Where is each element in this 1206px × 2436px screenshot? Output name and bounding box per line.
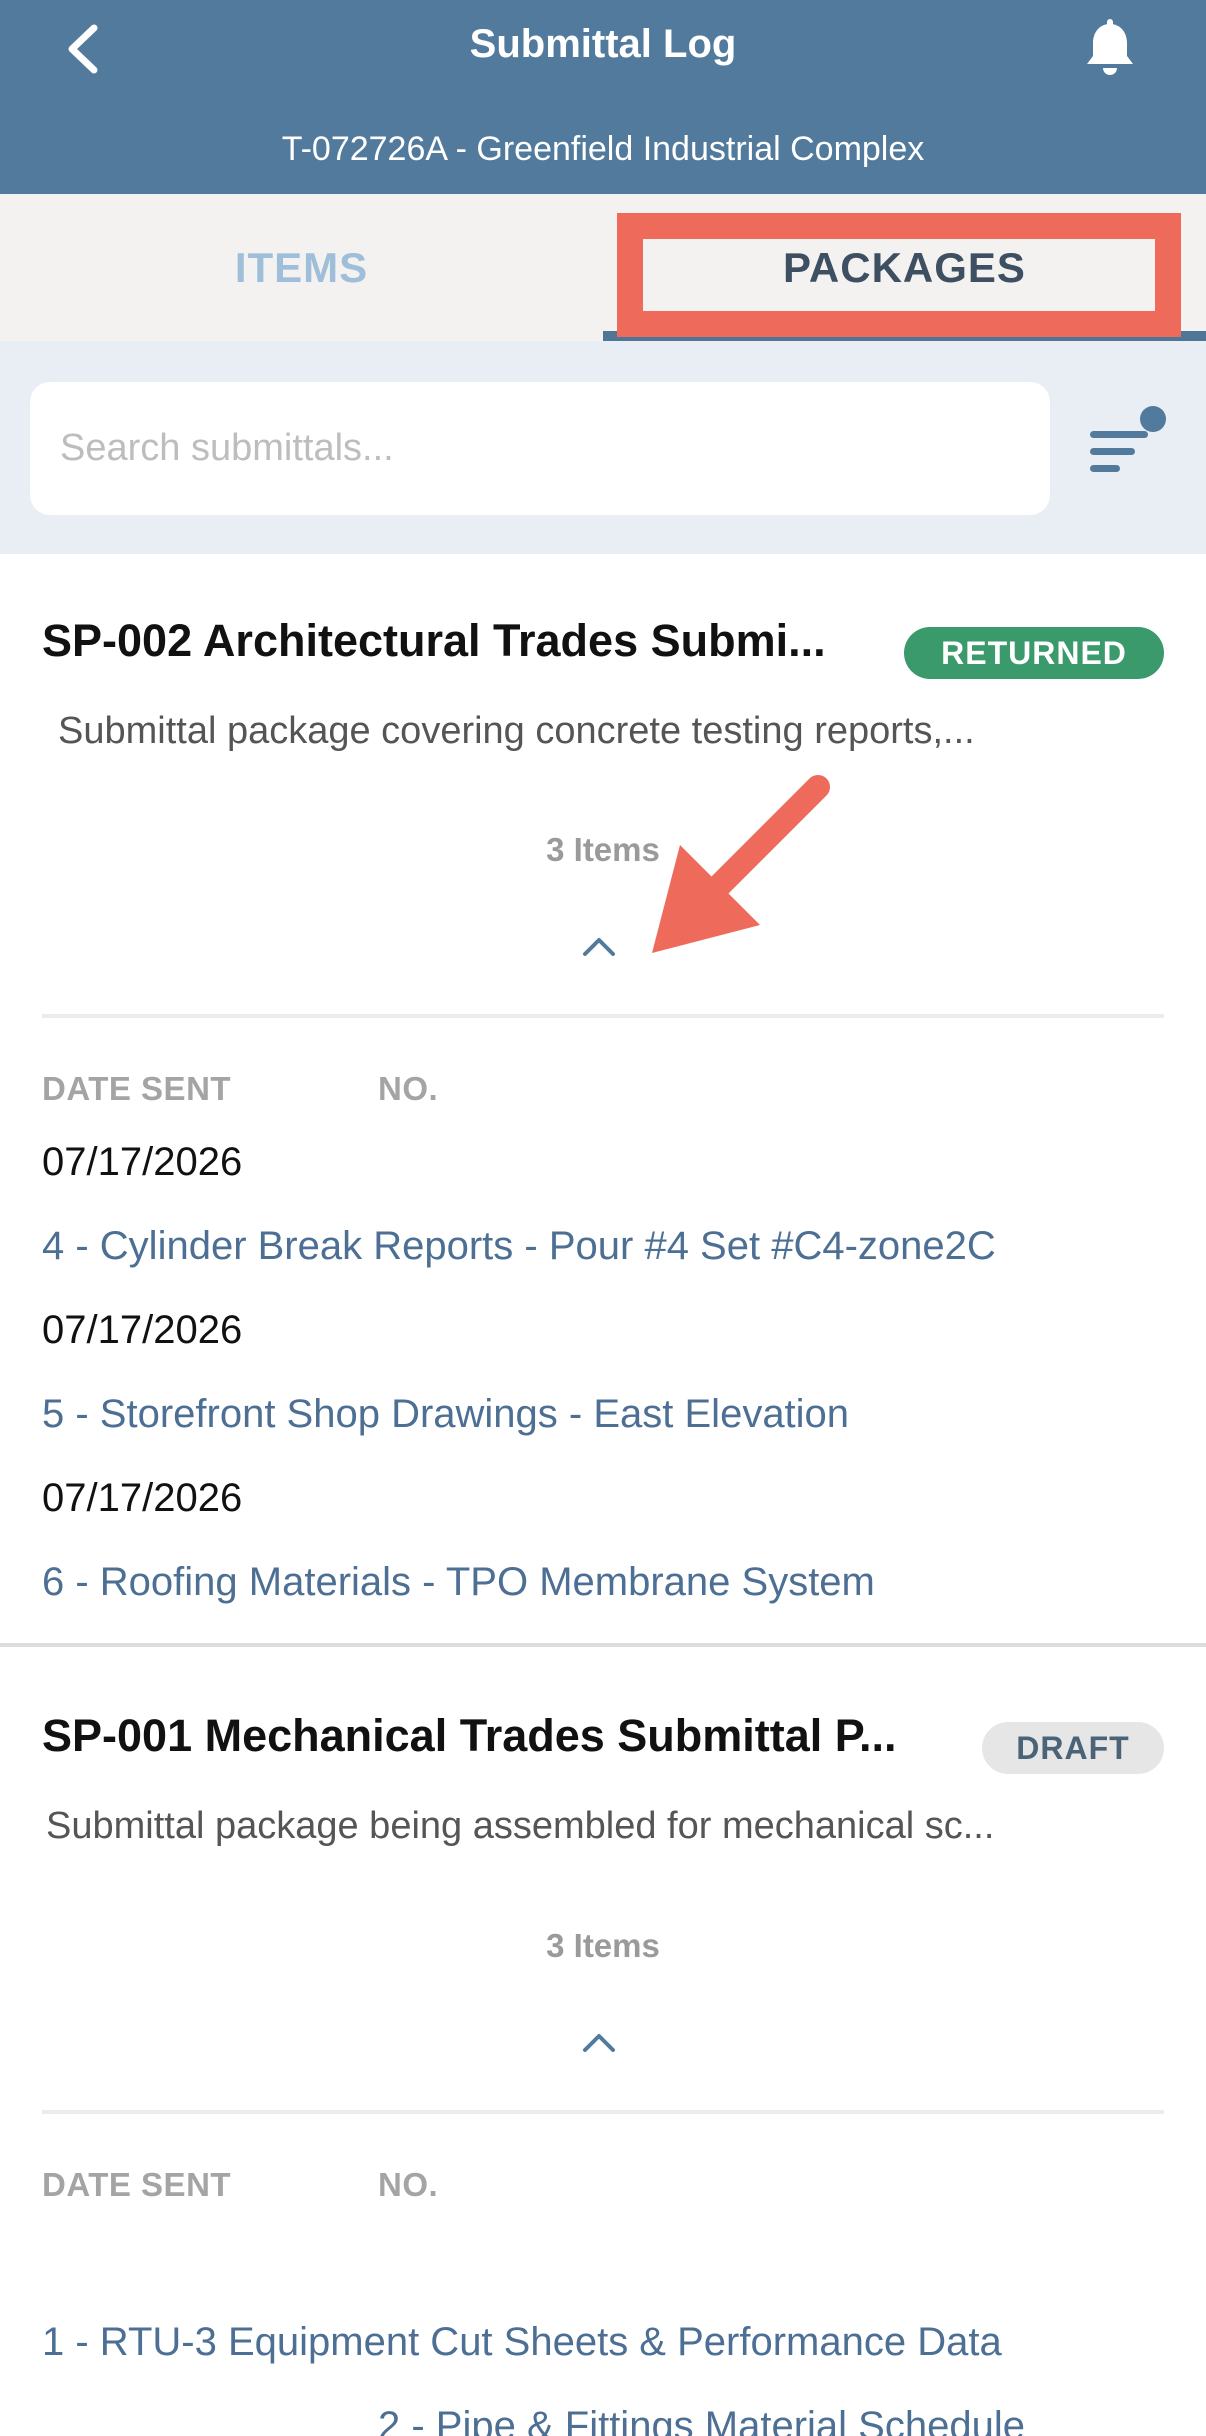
column-header-date-sent: DATE SENT bbox=[42, 1070, 232, 1107]
package-title: SP-002 Architectural Trades Submi... bbox=[42, 615, 826, 666]
collapse-button[interactable] bbox=[573, 928, 625, 964]
column-header-date-sent: DATE SENT bbox=[42, 2166, 232, 2203]
status-badge: DRAFT bbox=[982, 1722, 1164, 1774]
items-count: 3 Items bbox=[546, 831, 660, 868]
column-header-no: NO. bbox=[378, 2166, 439, 2203]
tab-packages[interactable]: PACKAGES bbox=[603, 194, 1206, 341]
package-description: Submittal package being assembled for me… bbox=[46, 1805, 995, 1847]
chevron-up-icon bbox=[583, 938, 615, 956]
tab-bar: ITEMS PACKAGES bbox=[0, 194, 1206, 341]
status-badge: RETURNED bbox=[904, 627, 1164, 679]
search-bar bbox=[0, 341, 1206, 554]
item-date: 07/17/2026 bbox=[42, 1308, 243, 1352]
collapse-button[interactable] bbox=[573, 2024, 625, 2060]
annotation-arrow-icon bbox=[652, 775, 830, 953]
active-tab-indicator bbox=[603, 331, 1206, 341]
divider bbox=[42, 2110, 1164, 2114]
item-date: 07/17/2026 bbox=[42, 1476, 243, 1520]
filter-button[interactable] bbox=[1085, 401, 1175, 491]
column-header-no: NO. bbox=[378, 1070, 439, 1107]
app-header: Submittal Log T-072726A - Greenfield Ind… bbox=[0, 0, 1206, 194]
item-link[interactable]: 1 - RTU-3 Equipment Cut Sheets & Perform… bbox=[42, 2320, 1002, 2365]
package-description: Submittal package covering concrete test… bbox=[58, 710, 975, 752]
filter-icon bbox=[1090, 406, 1166, 472]
items-count: 3 Items bbox=[546, 1927, 660, 1964]
item-link[interactable]: 2 - Pipe & Fittings Material Schedule bbox=[378, 2404, 1025, 2436]
project-subtitle: T-072726A - Greenfield Industrial Comple… bbox=[281, 130, 925, 168]
item-link[interactable]: 5 - Storefront Shop Drawings - East Elev… bbox=[42, 1392, 849, 1437]
item-link[interactable]: 4 - Cylinder Break Reports - Pour #4 Set… bbox=[42, 1224, 996, 1269]
search-input[interactable] bbox=[30, 382, 1050, 515]
page-title: Submittal Log bbox=[469, 22, 737, 66]
chevron-up-icon bbox=[583, 2034, 615, 2052]
item-link[interactable]: 6 - Roofing Materials - TPO Membrane Sys… bbox=[42, 1560, 875, 1605]
bell-icon bbox=[1087, 19, 1133, 75]
package-title: SP-001 Mechanical Trades Submittal P... bbox=[42, 1710, 897, 1761]
item-date: 07/17/2026 bbox=[42, 1140, 243, 1184]
section-separator bbox=[0, 1643, 1206, 1647]
tab-items[interactable]: ITEMS bbox=[0, 194, 603, 341]
notifications-button[interactable] bbox=[1075, 14, 1145, 84]
divider bbox=[42, 1014, 1164, 1018]
